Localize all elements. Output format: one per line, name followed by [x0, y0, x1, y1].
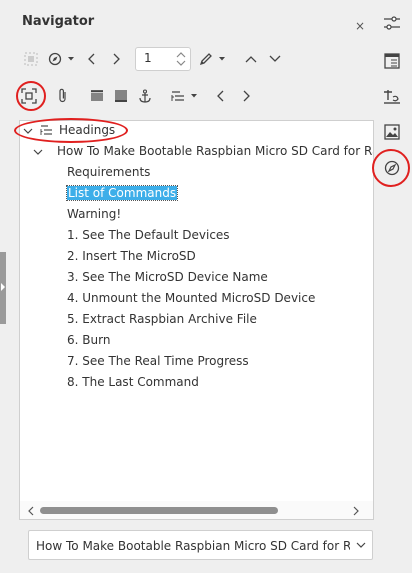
headings-category-icon — [39, 123, 53, 137]
tree-item[interactable]: Warning! — [67, 207, 121, 221]
content-navigation-view-icon[interactable] — [21, 87, 37, 105]
previous-icon[interactable] — [84, 50, 100, 68]
page-number-spinbox[interactable]: 1 — [135, 47, 191, 71]
toggle-icon[interactable] — [22, 50, 40, 68]
gallery-icon[interactable] — [382, 122, 402, 142]
tree-item[interactable]: 3. See The MicroSD Device Name — [67, 270, 268, 284]
anchor-icon[interactable] — [136, 87, 154, 105]
document-select-value: How To Make Bootable Raspbian Micro SD C… — [36, 539, 350, 553]
tree-item[interactable]: 4. Unmount the Mounted MicroSD Device — [67, 291, 315, 305]
spin-arrows-icon[interactable] — [175, 50, 187, 68]
navigator-panel: Navigator × 1 Headings How To Make Boota… — [8, 0, 374, 573]
page-number-input[interactable]: 1 — [144, 51, 152, 65]
tree-category-label[interactable]: Headings — [59, 123, 115, 137]
styles-icon[interactable] — [382, 87, 402, 107]
panel-title: Navigator — [22, 14, 95, 29]
navigate-by-icon[interactable] — [46, 50, 64, 68]
scroll-left-icon[interactable] — [26, 505, 36, 517]
navigator-tree[interactable]: Headings How To Make Bootable Raspbian M… — [19, 120, 374, 520]
reminder-icon[interactable] — [55, 87, 71, 105]
properties-icon[interactable] — [382, 13, 402, 33]
close-button[interactable]: × — [355, 19, 365, 33]
tree-item[interactable]: Requirements — [67, 165, 150, 179]
heading-levels-icon[interactable] — [169, 87, 187, 105]
document-select[interactable]: How To Make Bootable Raspbian Micro SD C… — [28, 530, 373, 560]
tree-item[interactable]: 8. The Last Command — [67, 375, 199, 389]
drag-mode-icon[interactable] — [197, 50, 215, 68]
expand-chevron-icon[interactable] — [32, 146, 44, 158]
tree-item[interactable]: List of Commands — [65, 185, 179, 201]
page-icon[interactable] — [382, 51, 402, 71]
tree-item[interactable]: 1. See The Default Devices — [67, 228, 230, 242]
chevron-down-icon[interactable] — [356, 542, 366, 549]
navigator-icon[interactable] — [382, 158, 402, 178]
demote-down-icon[interactable] — [266, 50, 284, 68]
tree-item[interactable]: 6. Burn — [67, 333, 110, 347]
header-icon[interactable] — [88, 87, 106, 105]
navigate-by-dropdown-icon[interactable] — [65, 52, 77, 66]
promote-chapter-icon[interactable] — [213, 87, 229, 105]
next-icon[interactable] — [108, 50, 124, 68]
tree-item[interactable]: 2. Insert The MicroSD — [67, 249, 196, 263]
expand-chevron-icon[interactable] — [22, 125, 34, 137]
scroll-right-icon[interactable] — [351, 505, 361, 517]
scrollbar-thumb[interactable] — [40, 507, 278, 514]
horizontal-scrollbar[interactable] — [20, 501, 373, 519]
drag-mode-dropdown-icon[interactable] — [216, 52, 228, 66]
tree-document-heading[interactable]: How To Make Bootable Raspbian Micro SD C… — [57, 144, 373, 158]
sidebar-collapse-handle[interactable] — [0, 252, 6, 324]
footer-icon[interactable] — [112, 87, 130, 105]
promote-up-icon[interactable] — [242, 50, 260, 68]
tree-item[interactable]: 5. Extract Raspbian Archive File — [67, 312, 257, 326]
heading-levels-dropdown-icon[interactable] — [188, 89, 200, 103]
demote-chapter-icon[interactable] — [238, 87, 254, 105]
tree-item[interactable]: 7. See The Real Time Progress — [67, 354, 249, 368]
sidebar-deck — [371, 0, 412, 573]
